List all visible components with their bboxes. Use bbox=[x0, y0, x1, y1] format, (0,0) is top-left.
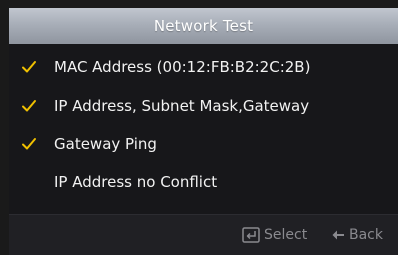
select-hint[interactable]: Select bbox=[242, 227, 307, 243]
select-hint-label: Select bbox=[264, 227, 308, 243]
test-item-label: Gateway Ping bbox=[54, 135, 157, 153]
checkmark-icon bbox=[22, 61, 36, 73]
dialog-title-bar: Network Test bbox=[9, 8, 398, 44]
test-item-ip-no-conflict: IP Address no Conflict bbox=[9, 169, 398, 195]
test-results-list: MAC Address (00:12:FB:B2:2C:2B) IP Addre… bbox=[9, 44, 398, 214]
test-item-label: IP Address no Conflict bbox=[54, 173, 218, 191]
checkmark-icon bbox=[22, 138, 36, 150]
back-arrow-icon bbox=[332, 230, 344, 240]
screen-frame: Network Test MAC Address (00:12:FB:B2:2C… bbox=[0, 0, 398, 255]
dialog-title: Network Test bbox=[153, 17, 254, 35]
test-item-label: IP Address, Subnet Mask,Gateway bbox=[54, 97, 310, 115]
checkmark-icon bbox=[22, 100, 36, 112]
test-item-mac-address: MAC Address (00:12:FB:B2:2C:2B) bbox=[9, 54, 398, 80]
back-hint[interactable]: Back bbox=[331, 227, 383, 243]
test-item-label: MAC Address (00:12:FB:B2:2C:2B) bbox=[54, 58, 311, 76]
back-hint-label: Back bbox=[349, 227, 383, 243]
enter-key-icon bbox=[242, 227, 260, 243]
dialog-footer: Select Back bbox=[9, 214, 398, 255]
test-item-gateway-ping: Gateway Ping bbox=[9, 131, 398, 157]
test-item-ip-subnet-gateway: IP Address, Subnet Mask,Gateway bbox=[9, 93, 398, 119]
network-test-dialog: Network Test MAC Address (00:12:FB:B2:2C… bbox=[9, 8, 398, 255]
